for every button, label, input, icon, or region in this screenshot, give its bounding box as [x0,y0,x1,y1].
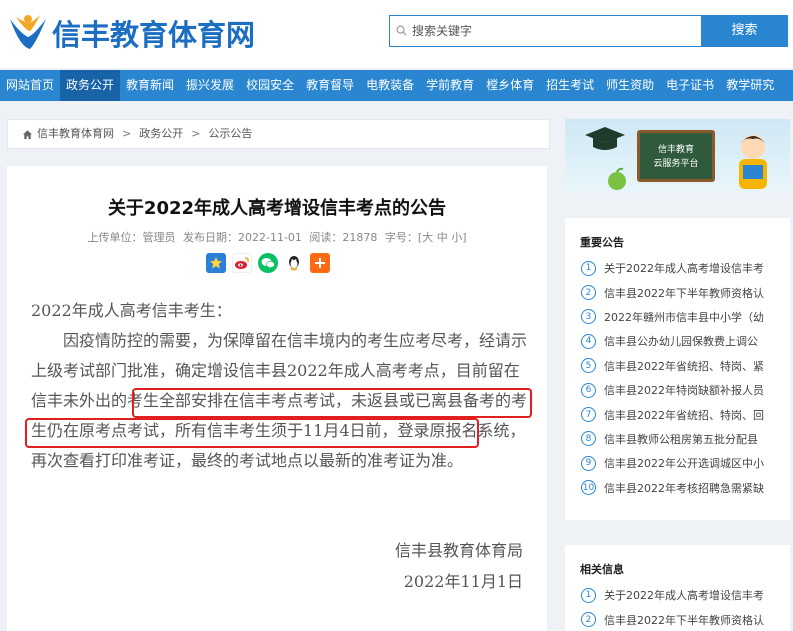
related-heading: 相关信息 [580,563,624,576]
list-item-title: 信丰县2022年考核招聘急需紧缺 [604,481,764,495]
list-item-title: 信丰县2022年省统招、特岗、紧 [604,359,764,373]
list-number: 2 [581,285,596,301]
nav-item[interactable]: 振兴发展 [180,70,240,101]
share-bar [206,253,330,273]
student-figure-icon [739,135,767,189]
nav-item[interactable]: 电子证书 [660,70,720,101]
site-logo[interactable]: 信丰教育体育网 [6,12,255,54]
list-item[interactable]: 10 信丰县2022年考核招聘急需紧缺 [581,476,790,500]
important-list: 1 关于2022年成人高考增设信丰考 2 信丰县2022年下半年教师资格认 3 2022年… [565,250,790,500]
nav-item[interactable]: 政务公开 [60,70,121,101]
list-item[interactable]: 4 信丰县公办幼儿园保教费上调公 [581,329,790,353]
article-title: 关于2022年成人高考增设信丰考点的公告 [107,198,447,219]
main-nav: 网站首页 政务公开 教育新闻 振兴发展 校园安全 教育督导 电教装备 学前教育 樘乡体育 招生考试… [0,70,793,101]
list-item[interactable]: 3 2022年赣州市信丰县中小学（幼 [581,305,790,329]
important-heading: 重要公告 [580,236,624,249]
nav-item[interactable]: 网站首页 [0,70,60,101]
nav-item[interactable]: 樘乡体育 [480,70,540,101]
list-item[interactable]: 8 信丰县教师公租房第五批分配县 [581,427,790,451]
article-body: 2022年成人高考信丰考生： 因疫情防控的需要，为保障留在信丰境内的考生应考尽考… [31,296,531,476]
qzone-share-icon[interactable] [206,253,226,273]
breadcrumb: 信丰教育体育网 > 政务公开 > 公示公告 [7,119,550,149]
banner-line1: 信丰教育 [657,145,694,155]
highlight-box [132,388,532,418]
logo-icon [10,15,46,49]
nav-item[interactable]: 教育督导 [300,70,360,101]
list-item[interactable]: 2 信丰县2022年下半年教师资格认 [581,280,790,304]
site-header: 信丰教育体育网 搜索 [0,0,793,68]
important-notices-panel: 重要公告 1 关于2022年成人高考增设信丰考 2 信丰县2022年下半年教师资格认 3… [565,218,790,520]
list-number: 7 [581,407,596,423]
related-list: 1 关于2022年成人高考增设信丰考 2 信丰县2022年下半年教师资格认 [565,577,790,631]
search-input[interactable] [412,21,702,41]
list-item[interactable]: 5 信丰县2022年省统招、特岗、紧 [581,354,790,378]
breadcrumb-level2[interactable]: 政务公开 [139,120,183,148]
breadcrumb-separator: > [122,127,132,140]
list-item-title: 信丰县2022年公开选调城区中小 [604,457,764,471]
banner-line2: 云服务平台 [653,159,699,169]
search-button[interactable]: 搜索 [701,15,788,47]
nav-item[interactable]: 校园安全 [240,70,300,101]
chalkboard: 信丰教育 云服务平台 [637,130,715,182]
article: 关于2022年成人高考增设信丰考点的公告 上传单位：管理员 发布日期：2022-… [7,166,547,631]
list-item[interactable]: 7 信丰县2022年省统招、特岗、回 [581,402,790,426]
list-item[interactable]: 9 信丰县2022年公开选调城区中小 [581,451,790,475]
highlight-box [25,418,479,448]
signature-date: 2022年11月1日 [403,572,523,591]
grad-cap-icon [585,127,625,150]
list-number: 1 [581,260,596,276]
breadcrumb-separator: > [191,127,201,140]
breadcrumb-level3[interactable]: 公示公告 [208,120,252,148]
list-item[interactable]: 2 信丰县2022年下半年教师资格认 [581,607,790,631]
list-number: 4 [581,333,596,349]
list-number: 6 [581,382,596,398]
breadcrumb-home[interactable]: 信丰教育体育网 [37,120,114,148]
nav-item[interactable]: 教学研究 [720,70,780,101]
article-meta: 上传单位：管理员 发布日期：2022-11-01 阅读：21878 字号：[大 … [7,229,547,245]
article-greeting: 2022年成人高考信丰考生： [31,301,232,320]
meta-date: 发布日期：2022-11-01 [182,231,302,244]
nav-item[interactable]: 电教装备 [360,70,420,101]
list-item-title: 2022年赣州市信丰县中小学（幼 [604,310,764,324]
list-number: 2 [581,612,596,628]
list-number: 9 [581,455,596,471]
nav-item[interactable]: 师生资助 [600,70,660,101]
list-item-title: 信丰县教师公租房第五批分配县 [604,432,758,446]
nav-item[interactable]: 学前教育 [420,70,480,101]
more-share-icon[interactable] [310,253,330,273]
list-item-title: 信丰县2022年特岗缺额补报人员 [604,384,764,398]
list-item-title: 关于2022年成人高考增设信丰考 [604,262,764,276]
home-icon [22,129,33,139]
list-item-title: 信丰县2022年省统招、特岗、回 [604,408,764,422]
meta-uploader: 上传单位：管理员 [87,231,176,244]
list-item-title: 信丰县公办幼儿园保教费上调公 [604,335,758,349]
nav-item[interactable]: 招生考试 [540,70,600,101]
wechat-share-icon[interactable] [258,253,278,273]
weibo-share-icon[interactable] [232,253,252,273]
list-number: 1 [581,587,596,603]
apple-icon [608,167,626,190]
list-item-title: 信丰县2022年下半年教师资格认 [604,613,764,627]
search-icon [396,25,407,36]
related-info-panel: 相关信息 1 关于2022年成人高考增设信丰考 2 信丰县2022年下半年教师资格认 [565,545,790,631]
list-number: 8 [581,431,596,447]
signature-org: 信丰县教育体育局 [394,541,523,560]
qq-share-icon[interactable] [284,253,304,273]
list-item[interactable]: 1 关于2022年成人高考增设信丰考 [581,256,790,280]
list-number: 3 [581,309,596,325]
list-item-title: 关于2022年成人高考增设信丰考 [604,589,764,603]
list-item-title: 信丰县2022年下半年教师资格认 [604,286,764,300]
meta-fontsize[interactable]: 字号：[大 中 小] [385,231,467,244]
logo-text: 信丰教育体育网 [52,18,256,52]
cloud-platform-banner[interactable]: 信丰教育 云服务平台 [565,119,790,193]
list-item[interactable]: 6 信丰县2022年特岗缺额补报人员 [581,378,790,402]
search-box: 搜索 [389,15,788,47]
meta-views: 阅读：21878 [309,231,378,244]
list-item[interactable]: 1 关于2022年成人高考增设信丰考 [581,583,790,607]
list-number: 5 [581,358,596,374]
list-number: 10 [581,480,596,496]
nav-item[interactable]: 教育新闻 [120,70,180,101]
